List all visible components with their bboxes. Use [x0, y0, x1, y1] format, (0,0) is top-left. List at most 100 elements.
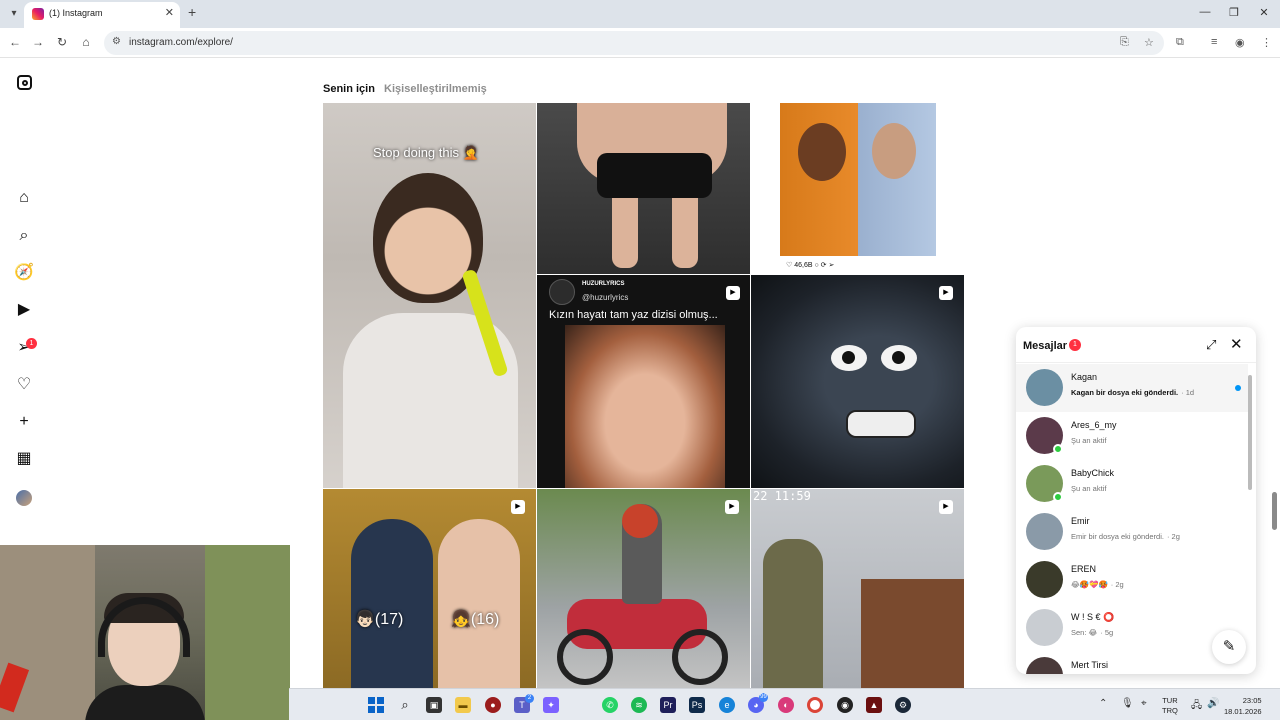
explore-icon[interactable]: 🧭 [14, 263, 34, 283]
install-app-icon[interactable]: ⎘ [1120, 36, 1129, 49]
home-icon[interactable]: ⌂ [78, 35, 94, 49]
clock-time: 23:05 [1242, 696, 1262, 705]
home-icon[interactable]: ⌂ [14, 188, 34, 208]
chevron-up-icon[interactable]: ⌃ [1099, 698, 1107, 709]
spotify-icon[interactable]: ≋ [631, 697, 647, 713]
bookmark-star-icon[interactable]: ☆ [1144, 36, 1154, 49]
conversation-name: EREN [1071, 564, 1097, 574]
file-explorer-icon[interactable]: ▬ [455, 697, 471, 713]
preview-time: · 2g [1110, 580, 1124, 589]
tab-title: (1) Instagram [49, 8, 103, 18]
network-icon[interactable]: 🖧 [1191, 698, 1202, 715]
conversation-item[interactable]: Kagan Kagan bir dosya eki gönderdi. · 1d [1016, 364, 1248, 412]
instagram-logo-icon[interactable] [17, 75, 32, 90]
reel-icon: ▶ [511, 500, 525, 514]
compose-message-button[interactable]: ✎ [1212, 630, 1246, 664]
discord-badge: 99 [759, 693, 768, 702]
new-tab-button[interactable]: + [188, 4, 196, 20]
close-window-button[interactable]: ✕ [1249, 6, 1279, 19]
tab-for-you[interactable]: Senin için [323, 83, 375, 95]
page-scrollbar[interactable] [1272, 492, 1277, 530]
conversation-item[interactable]: Emir Emir bir dosya eki gönderdi. · 2g [1016, 508, 1248, 556]
profile-icon[interactable]: ◉ [1235, 36, 1245, 49]
explore-post-2[interactable] [537, 103, 750, 274]
tab-non-personalized[interactable]: Kişiselleştirilmemiş [384, 83, 487, 95]
conversation-item[interactable]: BabyChick Şu an aktif [1016, 460, 1248, 508]
obs-icon[interactable]: ◉ [837, 697, 853, 713]
reel-icon: ▶ [939, 500, 953, 514]
photoshop-icon[interactable]: Ps [689, 697, 705, 713]
messages-header: Mesajlar 1 ⤢ ✕ [1016, 327, 1256, 363]
reel-icon: ▶ [726, 286, 740, 300]
conversation-name: Emir [1071, 516, 1090, 526]
explore-post-8[interactable]: 22 11:59 ▶ [751, 489, 964, 688]
close-icon[interactable]: ✕ [1230, 335, 1243, 353]
address-bar[interactable]: ⚙ instagram.com/explore/ ⎘ ☆ [104, 31, 1164, 55]
clock-date: 18.01.2026 [1224, 707, 1262, 716]
search-icon[interactable]: ⌕ [397, 697, 413, 713]
explore-post-1[interactable]: Stop doing this 🤦 [323, 103, 536, 488]
instagram-favicon-icon [32, 8, 44, 20]
app-icon[interactable]: ▲ [866, 697, 882, 713]
app-icon[interactable]: ● [485, 697, 501, 713]
conversation-preview: Şu an aktif [1071, 436, 1109, 445]
post-caption: Stop doing this 🤦 [373, 145, 479, 160]
forward-arrow-icon[interactable]: → [30, 35, 46, 49]
post-figure [565, 325, 725, 488]
teams-badge: 2 [525, 694, 534, 703]
expand-icon[interactable]: ⤢ [1206, 337, 1216, 353]
copilot-icon[interactable]: ✦ [543, 697, 559, 713]
avatar [1026, 369, 1063, 406]
volume-icon[interactable]: 🔊 [1207, 698, 1219, 709]
back-arrow-icon[interactable]: ← [7, 35, 23, 49]
microphone-icon[interactable]: 🎙 [1121, 698, 1134, 709]
explore-post-3[interactable] [780, 103, 936, 256]
windows-start-icon[interactable] [368, 697, 384, 713]
post-caption: Kızın hayatı tam yaz dizisi olmuş... [549, 309, 718, 321]
minimize-button[interactable]: — [1190, 6, 1220, 18]
explore-post-6[interactable]: 👦🏻(17) 👧(16) ▶ [323, 489, 536, 688]
explore-post-5[interactable]: ▶ [751, 275, 964, 488]
restore-button[interactable]: ❐ [1219, 6, 1249, 19]
conversation-item[interactable]: Ares_6_my Şu an aktif [1016, 412, 1248, 460]
dashboard-icon[interactable]: ▦ [14, 449, 34, 469]
extensions-icon[interactable]: ⧉ [1176, 36, 1184, 49]
post-figure [557, 629, 613, 685]
steam-icon[interactable]: ⚙ [895, 697, 911, 713]
language-code: TUR [1162, 696, 1178, 705]
browser-tab-instagram[interactable]: (1) Instagram ✕ [24, 2, 180, 28]
reels-icon[interactable]: ▶ [14, 300, 34, 320]
explore-post-7[interactable]: ▶ [537, 489, 750, 688]
reading-list-icon[interactable]: ≡ [1211, 36, 1217, 48]
messages-scrollbar[interactable] [1248, 375, 1252, 490]
search-icon[interactable]: ⌕ [14, 226, 34, 246]
profile-avatar[interactable] [16, 490, 32, 506]
site-info-icon[interactable]: ⚙ [112, 36, 121, 47]
create-plus-icon[interactable]: + [14, 412, 34, 432]
edge-icon[interactable]: e [719, 697, 735, 713]
share-icon[interactable]: ➢ [828, 262, 834, 269]
explore-post-4[interactable]: HUZURLYRICS @huzurlyrics Kızın hayatı ta… [537, 275, 750, 488]
language-indicator[interactable]: TUR TRQ [1162, 696, 1178, 716]
avatar [1026, 609, 1063, 646]
reload-icon[interactable]: ↻ [54, 35, 70, 49]
premiere-icon[interactable]: Pr [660, 697, 676, 713]
location-icon[interactable]: ⌖ [1141, 698, 1147, 709]
conversation-preview: 😂🥵💝🥵 · 2g [1071, 580, 1124, 589]
preview-text: Sen: 😂 [1071, 628, 1098, 637]
task-view-icon[interactable]: ▣ [426, 697, 442, 713]
tab-close-icon[interactable]: ✕ [165, 6, 174, 19]
app-icon[interactable]: ◐ [778, 697, 794, 713]
clock[interactable]: 23:05 18.01.2026 [1224, 695, 1262, 717]
conversation-item[interactable]: EREN 😂🥵💝🥵 · 2g [1016, 556, 1248, 604]
heart-icon[interactable]: ♡ [14, 375, 34, 395]
unread-dot [1235, 385, 1241, 391]
chrome-icon[interactable] [807, 697, 823, 713]
whatsapp-icon[interactable]: ✆ [602, 697, 618, 713]
account-name: HUZURLYRICS [582, 281, 625, 287]
avatar [1026, 561, 1063, 598]
post-label: 👧(16) [451, 611, 500, 628]
menu-dots-icon[interactable]: ⋮ [1261, 36, 1272, 49]
like-icon[interactable]: ♡ [786, 262, 792, 269]
tab-search-chevron-icon[interactable]: ▾ [4, 4, 24, 24]
